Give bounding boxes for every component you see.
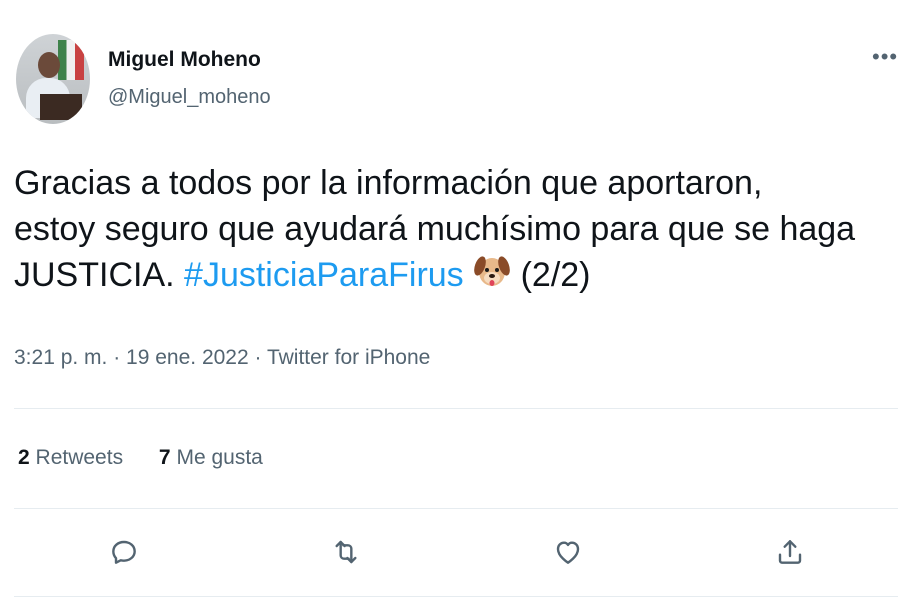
tweet-line-2: estoy seguro que ayudará muchísimo para … bbox=[14, 210, 856, 248]
divider bbox=[14, 508, 898, 509]
tweet-stats: 2 Retweets 7 Me gusta bbox=[18, 446, 293, 470]
like-button[interactable] bbox=[548, 532, 588, 572]
retweets-count: 2 bbox=[18, 446, 30, 469]
reply-icon bbox=[112, 540, 136, 564]
hashtag-link[interactable]: #JusticiaParaFirus bbox=[184, 256, 464, 294]
retweet-button[interactable] bbox=[326, 532, 366, 572]
flag-image bbox=[58, 40, 84, 80]
likes-count: 7 bbox=[158, 446, 171, 469]
retweets-label: Retweets bbox=[35, 446, 124, 469]
divider bbox=[14, 596, 898, 597]
share-button[interactable] bbox=[770, 532, 810, 572]
retweet-icon bbox=[335, 540, 357, 564]
avatar-podium bbox=[40, 94, 82, 120]
tweet-line-3-end: (2/2) bbox=[520, 256, 591, 294]
likes-label: Me gusta bbox=[176, 446, 263, 469]
retweets-stat[interactable]: 2 Retweets bbox=[18, 446, 123, 469]
action-bar bbox=[0, 532, 900, 572]
tweet-line-3: JUSTICIA. #JusticiaParaFirus (2/2) bbox=[14, 252, 894, 302]
more-icon[interactable]: ••• bbox=[872, 46, 898, 68]
tweet-meta[interactable]: 3:21 p. m. · 19 ene. 2022 · Twitter for … bbox=[14, 346, 430, 370]
likes-stat[interactable]: 7 Me gusta bbox=[159, 446, 263, 469]
tweet-line-1: Gracias a todos por la información que a… bbox=[14, 164, 763, 202]
share-icon bbox=[778, 540, 802, 564]
avatar[interactable] bbox=[16, 34, 90, 124]
dog-face-emoji bbox=[473, 252, 511, 302]
tweet-text: Gracias a todos por la información que a… bbox=[14, 160, 894, 302]
tweet-line-3-start: JUSTICIA. bbox=[14, 256, 185, 294]
author-name[interactable]: Miguel Moheno bbox=[108, 48, 261, 72]
like-icon bbox=[556, 541, 580, 564]
reply-button[interactable] bbox=[104, 532, 144, 572]
author-handle[interactable]: @Miguel_moheno bbox=[108, 86, 271, 109]
tweet-card: Miguel Moheno @Miguel_moheno ••• Gracias… bbox=[0, 0, 900, 600]
divider bbox=[14, 408, 898, 409]
avatar-head bbox=[38, 52, 60, 78]
